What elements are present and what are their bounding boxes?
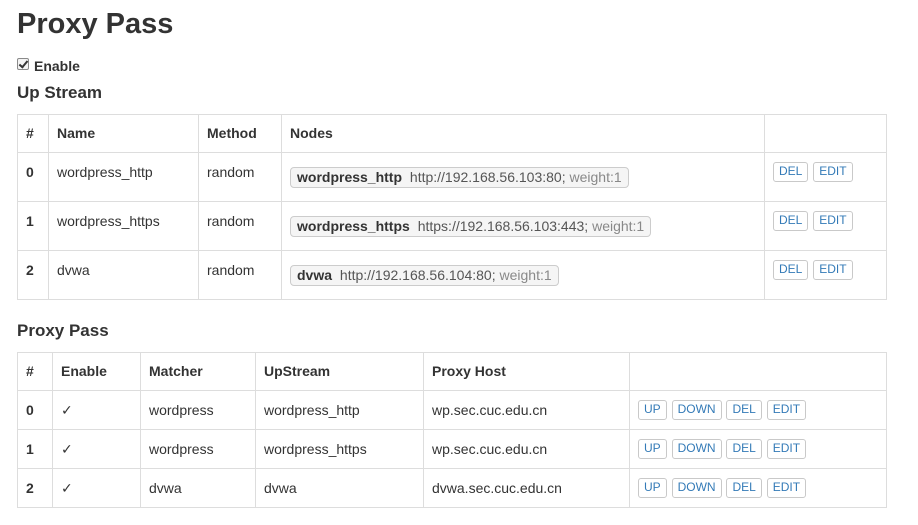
col-header-nodes: Nodes <box>281 114 765 153</box>
upstream-nodes: dvwa http://192.168.56.104:80; weight:1 <box>281 250 765 300</box>
edit-button[interactable]: EDIT <box>766 478 807 498</box>
col-header-proxy-host: Proxy Host <box>423 352 630 391</box>
col-header-method: Method <box>198 114 282 153</box>
row-index: 1 <box>17 201 49 251</box>
page-title: Proxy Pass <box>17 8 174 40</box>
del-button[interactable]: DEL <box>773 162 809 182</box>
up-button[interactable]: UP <box>638 478 667 498</box>
col-header-actions <box>629 352 887 391</box>
row-index: 2 <box>17 468 53 508</box>
node-weight: weight:1 <box>569 169 622 185</box>
upstream-method: random <box>198 152 282 202</box>
proxy-host: wp.sec.cuc.edu.cn <box>423 429 630 469</box>
enable-checkbox[interactable] <box>17 58 29 70</box>
node-name: wordpress_https <box>297 218 410 234</box>
table-row: 1 ✓ wordpress wordpress_https wp.sec.cuc… <box>17 429 887 469</box>
proxypass-table: # Enable Matcher UpStream Proxy Host 0 ✓… <box>17 352 887 508</box>
upstream-method: random <box>198 201 282 251</box>
table-row: 2 dvwa random dvwa http://192.168.56.104… <box>17 250 887 300</box>
row-index: 0 <box>17 152 49 202</box>
row-index: 0 <box>17 390 53 430</box>
del-button[interactable]: DEL <box>773 260 809 280</box>
node-name: dvwa <box>297 267 333 283</box>
node-address: https://192.168.56.103:443; <box>417 218 589 234</box>
row-index: 1 <box>17 429 53 469</box>
row-actions: UP DOWN DEL EDIT <box>629 429 887 469</box>
proxypass-section-title: Proxy Pass <box>17 321 109 340</box>
col-header-index: # <box>17 352 53 391</box>
down-button[interactable]: DOWN <box>671 439 722 459</box>
upstream-header-row: # Name Method Nodes <box>17 114 887 153</box>
row-index: 2 <box>17 250 49 300</box>
del-button[interactable]: DEL <box>726 478 762 498</box>
node-tag: wordpress_https https://192.168.56.103:4… <box>290 216 652 237</box>
upstream-ref: dvwa <box>255 468 424 508</box>
del-button[interactable]: DEL <box>726 400 762 420</box>
upstream-table: # Name Method Nodes 0 wordpress_http ran… <box>17 114 887 300</box>
col-header-actions <box>764 114 887 153</box>
down-button[interactable]: DOWN <box>671 400 722 420</box>
row-actions: DEL EDIT <box>764 250 887 300</box>
enabled-check: ✓ <box>52 468 141 508</box>
edit-button[interactable]: EDIT <box>813 162 853 182</box>
edit-button[interactable]: EDIT <box>813 260 853 280</box>
edit-button[interactable]: EDIT <box>813 211 853 231</box>
col-header-matcher: Matcher <box>140 352 256 391</box>
row-actions: DEL EDIT <box>764 201 887 251</box>
edit-button[interactable]: EDIT <box>766 400 807 420</box>
row-actions: UP DOWN DEL EDIT <box>629 468 887 508</box>
matcher: wordpress <box>140 429 256 469</box>
row-actions: DEL EDIT <box>764 152 887 202</box>
edit-button[interactable]: EDIT <box>766 439 807 459</box>
col-header-upstream: UpStream <box>255 352 424 391</box>
del-button[interactable]: DEL <box>773 211 809 231</box>
table-row: 1 wordpress_https random wordpress_https… <box>17 201 887 251</box>
row-actions: UP DOWN DEL EDIT <box>629 390 887 430</box>
upstream-section-title: Up Stream <box>17 83 103 102</box>
up-button[interactable]: UP <box>638 439 667 459</box>
proxy-host: dvwa.sec.cuc.edu.cn <box>423 468 630 508</box>
enable-toggle[interactable]: Enable <box>17 57 80 75</box>
col-header-index: # <box>17 114 49 153</box>
node-weight: weight:1 <box>592 218 645 234</box>
proxy-host: wp.sec.cuc.edu.cn <box>423 390 630 430</box>
upstream-nodes: wordpress_https https://192.168.56.103:4… <box>281 201 765 251</box>
node-name: wordpress_http <box>297 169 403 185</box>
table-row: 0 wordpress_http random wordpress_http h… <box>17 152 887 202</box>
enabled-check: ✓ <box>52 429 141 469</box>
matcher: dvwa <box>140 468 256 508</box>
col-header-name: Name <box>48 114 199 153</box>
del-button[interactable]: DEL <box>726 439 762 459</box>
proxypass-header-row: # Enable Matcher UpStream Proxy Host <box>17 352 887 391</box>
node-weight: weight:1 <box>499 267 552 283</box>
node-address: http://192.168.56.103:80; <box>409 169 566 185</box>
node-tag: wordpress_http http://192.168.56.103:80;… <box>290 167 629 188</box>
node-tag: dvwa http://192.168.56.104:80; weight:1 <box>290 265 559 286</box>
upstream-ref: wordpress_https <box>255 429 424 469</box>
upstream-method: random <box>198 250 282 300</box>
upstream-name: wordpress_https <box>48 201 199 251</box>
matcher: wordpress <box>140 390 256 430</box>
upstream-ref: wordpress_http <box>255 390 424 430</box>
enable-label: Enable <box>34 58 80 74</box>
node-address: http://192.168.56.104:80; <box>339 267 496 283</box>
down-button[interactable]: DOWN <box>671 478 722 498</box>
col-header-enable: Enable <box>52 352 141 391</box>
upstream-name: dvwa <box>48 250 199 300</box>
upstream-nodes: wordpress_http http://192.168.56.103:80;… <box>281 152 765 202</box>
enabled-check: ✓ <box>52 390 141 430</box>
table-row: 0 ✓ wordpress wordpress_http wp.sec.cuc.… <box>17 390 887 430</box>
upstream-name: wordpress_http <box>48 152 199 202</box>
table-row: 2 ✓ dvwa dvwa dvwa.sec.cuc.edu.cn UP DOW… <box>17 468 887 508</box>
up-button[interactable]: UP <box>638 400 667 420</box>
